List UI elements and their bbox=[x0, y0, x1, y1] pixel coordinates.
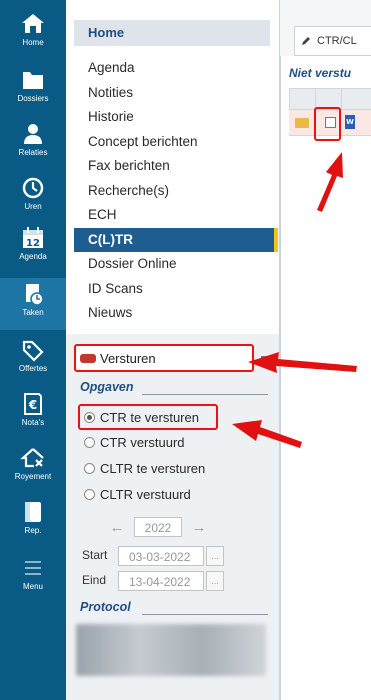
folder-icon bbox=[295, 118, 309, 128]
rail-relaties-label: Relaties bbox=[18, 148, 48, 157]
radio-ctr-verstuurd[interactable]: CTR verstuurd bbox=[84, 435, 185, 450]
rail-uren-label: Uren bbox=[24, 202, 42, 211]
nav-item-dossier-online[interactable]: Dossier Online bbox=[74, 252, 278, 277]
rail-agenda-label: Agenda bbox=[19, 252, 47, 261]
rail-dossiers[interactable]: Dossiers bbox=[0, 68, 66, 114]
tab-ctr-cltr[interactable]: CTR/CL bbox=[294, 26, 371, 56]
niet-verstuurd-title: Niet verstu bbox=[289, 66, 352, 80]
year-field[interactable]: 2022 bbox=[134, 517, 182, 537]
radio-icon bbox=[84, 489, 95, 500]
rail-menu[interactable]: Menu bbox=[0, 556, 66, 602]
versturen-button[interactable]: Versturen bbox=[74, 344, 254, 372]
invoice-icon: € bbox=[24, 393, 42, 415]
protocol-title: Protocol bbox=[80, 600, 131, 614]
calendar-icon: 12 bbox=[23, 227, 43, 249]
start-date-field[interactable]: 03-03-2022 bbox=[118, 546, 204, 566]
opgaven-divider bbox=[142, 394, 268, 395]
radio-cltr-te-versturen[interactable]: CLTR te versturen bbox=[84, 461, 205, 476]
rail-royement[interactable]: Royement bbox=[0, 446, 66, 492]
nav-home-header[interactable]: Home bbox=[74, 20, 270, 46]
nav-item-agenda[interactable]: Agenda bbox=[74, 56, 278, 81]
nav-item-notities[interactable]: Notities bbox=[74, 81, 278, 106]
collapse-icon[interactable] bbox=[261, 356, 271, 358]
radio-icon bbox=[84, 437, 95, 448]
end-date-field[interactable]: 13-04-2022 bbox=[118, 571, 204, 591]
rail-rep-label: Rep. bbox=[24, 526, 42, 535]
person-icon bbox=[24, 124, 42, 144]
rail-offertes[interactable]: Offertes bbox=[0, 338, 66, 384]
nav-list: Agenda Notities Historie Concept bericht… bbox=[74, 56, 278, 326]
word-document-icon: W bbox=[345, 115, 355, 129]
radio-label: CLTR te versturen bbox=[100, 461, 206, 476]
rail-agenda[interactable]: 12 Agenda bbox=[0, 226, 66, 276]
rail-notas-label: Nota's bbox=[21, 418, 45, 427]
start-date-row: Start 03-03-2022... bbox=[82, 546, 224, 566]
rail-taken-label: Taken bbox=[22, 308, 44, 317]
next-year-arrow-icon[interactable]: → bbox=[188, 519, 210, 536]
radio-cltr-verstuurd[interactable]: CLTR verstuurd bbox=[84, 487, 191, 502]
table-row[interactable]: W bbox=[289, 107, 371, 141]
rail-royement-label: Royement bbox=[14, 472, 52, 481]
rail-dossiers-label: Dossiers bbox=[17, 94, 49, 103]
rail-home[interactable]: Home bbox=[0, 12, 66, 58]
protocol-divider bbox=[142, 614, 268, 615]
nav-item-ech[interactable]: ECH bbox=[74, 203, 278, 228]
end-date-row: Eind 13-04-2022... bbox=[82, 571, 224, 591]
rail-notas[interactable]: € Nota's bbox=[0, 392, 66, 438]
radio-label: CTR verstuurd bbox=[100, 435, 185, 450]
clock-icon bbox=[22, 177, 44, 199]
tasks-icon bbox=[26, 284, 44, 306]
nav-item-nieuws[interactable]: Nieuws bbox=[74, 301, 278, 326]
rail-home-label: Home bbox=[22, 38, 44, 47]
menu-icon bbox=[25, 561, 41, 575]
tag-icon bbox=[22, 340, 44, 362]
rail-relaties[interactable]: Relaties bbox=[0, 122, 66, 168]
icon-rail: Home Dossiers Relaties Uren 12 Agenda Ta… bbox=[0, 0, 66, 700]
content-area: CTR/CL Niet verstu W bbox=[280, 0, 371, 700]
radio-selected-icon bbox=[84, 412, 95, 423]
nav-item-id-scans[interactable]: ID Scans bbox=[74, 277, 278, 302]
tab-label: CTR/CL bbox=[317, 35, 357, 47]
svg-text:€: € bbox=[28, 398, 37, 412]
nav-item-historie[interactable]: Historie bbox=[74, 105, 278, 130]
start-label: Start bbox=[82, 548, 108, 563]
previous-year-arrow-icon[interactable]: ← bbox=[106, 519, 128, 536]
grid-column-divider bbox=[341, 89, 342, 111]
radio-ctr-te-versturen[interactable]: CTR te versturen bbox=[84, 410, 199, 425]
radio-icon bbox=[84, 463, 95, 474]
cancel-house-icon bbox=[20, 448, 44, 468]
home-icon bbox=[22, 14, 44, 33]
radio-label: CTR te versturen bbox=[100, 410, 199, 425]
rail-offertes-label: Offertes bbox=[18, 364, 48, 373]
radio-label: CLTR verstuurd bbox=[100, 487, 191, 502]
nav-item-cltr[interactable]: C(L)TR bbox=[74, 227, 278, 252]
rail-menu-label: Menu bbox=[22, 582, 43, 591]
versturen-label: Versturen bbox=[100, 351, 156, 366]
rail-taken[interactable]: Taken bbox=[0, 278, 66, 330]
opgaven-title: Opgaven bbox=[80, 380, 134, 394]
navigation-panel: Home Agenda Notities Historie Concept be… bbox=[66, 0, 280, 700]
end-label: Eind bbox=[82, 573, 107, 588]
nav-item-recherches[interactable]: Recherche(s) bbox=[74, 179, 278, 204]
pencil-icon bbox=[302, 37, 310, 45]
report-icon bbox=[25, 502, 41, 522]
content-body: Niet verstu W bbox=[280, 56, 371, 700]
start-date-picker-button[interactable]: ... bbox=[206, 546, 224, 566]
year-selector: ← 2022 → bbox=[106, 517, 210, 537]
rail-uren[interactable]: Uren bbox=[0, 176, 66, 222]
filter-panel: Versturen Opgaven CTR te versturen CTR v… bbox=[66, 334, 279, 700]
checkbox-highlight bbox=[314, 107, 341, 141]
protocol-blurred-content bbox=[76, 624, 266, 676]
end-date-picker-button[interactable]: ... bbox=[206, 571, 224, 591]
rail-rep[interactable]: Rep. bbox=[0, 500, 66, 546]
nav-item-fax-berichten[interactable]: Fax berichten bbox=[74, 154, 278, 179]
nav-item-concept-berichten[interactable]: Concept berichten bbox=[74, 130, 278, 155]
svg-text:12: 12 bbox=[26, 238, 40, 249]
folder-icon bbox=[23, 72, 43, 89]
send-icon bbox=[80, 354, 96, 363]
